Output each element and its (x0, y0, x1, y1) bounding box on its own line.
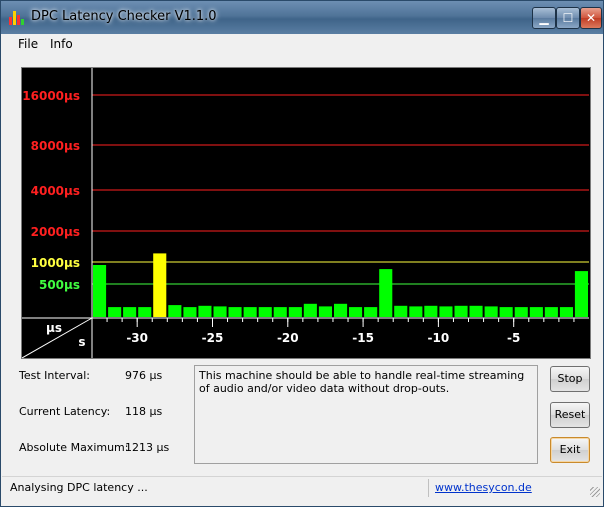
bar (499, 307, 513, 317)
current-latency-value: 118 µs (125, 405, 163, 418)
test-interval-value: 976 µs (125, 369, 163, 382)
y-tick-label: 2000µs (31, 225, 80, 239)
bar (394, 305, 408, 317)
bar (439, 306, 453, 317)
bar (168, 305, 182, 317)
status-message-box: This machine should be able to handle re… (194, 365, 538, 464)
window-title: DPC Latency Checker V1.1.0 (31, 9, 217, 24)
absolute-maximum-label: Absolute Maximum: (19, 441, 129, 454)
app-window: DPC Latency Checker V1.1.0 ▁ ☐ ✕ File In… (0, 0, 604, 507)
close-icon: ✕ (585, 11, 597, 25)
bar (228, 307, 242, 317)
exit-button[interactable]: Exit (550, 437, 590, 463)
bar (574, 271, 588, 317)
maximize-icon: ☐ (562, 11, 574, 25)
status-bar: Analysing DPC latency ... www.thesycon.d… (2, 476, 602, 499)
bar (469, 305, 483, 317)
y-tick-label: 8000µs (31, 139, 80, 153)
y-tick-label: 4000µs (31, 184, 80, 198)
status-text: Analysing DPC latency ... (10, 481, 148, 494)
test-interval-label: Test Interval: (19, 369, 90, 382)
bar (93, 265, 107, 317)
bar (424, 305, 438, 317)
bar (258, 307, 272, 317)
bar (138, 307, 152, 317)
bar (514, 307, 528, 317)
bar (243, 307, 257, 317)
menu-info[interactable]: Info (50, 37, 73, 51)
bar (108, 307, 122, 317)
bar (334, 303, 348, 317)
x-tick-label: -20 (277, 331, 299, 345)
bar (484, 306, 498, 317)
resize-grip-icon[interactable] (590, 487, 600, 497)
corner-label-unit: µs (46, 321, 62, 335)
status-divider (428, 479, 429, 497)
bar (318, 306, 332, 317)
bar (529, 307, 543, 317)
menu-bar: File Info (2, 34, 602, 54)
bar (364, 307, 378, 317)
bar (544, 307, 558, 317)
app-logo-icon (9, 11, 25, 25)
absolute-maximum-value: 1213 µs (125, 441, 170, 454)
bar (303, 303, 317, 317)
bar (273, 307, 287, 317)
latency-chart-svg: 16000µs 8000µs 4000µs 2000µs 1000µs 500µs µs s -… (22, 68, 589, 358)
stop-button[interactable]: Stop (550, 366, 590, 392)
bar (153, 253, 167, 317)
status-message: This machine should be able to handle re… (199, 369, 525, 395)
x-tick-label: -30 (126, 331, 148, 345)
maximize-button[interactable]: ☐ (556, 7, 580, 29)
bar (454, 305, 468, 317)
reset-button[interactable]: Reset (550, 402, 590, 428)
bar (198, 305, 212, 317)
bar (559, 307, 573, 317)
bar (123, 307, 137, 317)
minimize-button[interactable]: ▁ (532, 7, 556, 29)
x-tick-label: -25 (202, 331, 224, 345)
bar (379, 269, 393, 317)
x-tick-label: -5 (507, 331, 520, 345)
corner-label-seconds: s (78, 335, 85, 349)
bar (183, 307, 197, 317)
title-bar[interactable]: DPC Latency Checker V1.1.0 ▁ ☐ ✕ (1, 1, 603, 34)
current-latency-label: Current Latency: (19, 405, 111, 418)
bar (349, 307, 363, 317)
bar (409, 306, 423, 317)
minimize-icon: ▁ (539, 11, 549, 25)
menu-file[interactable]: File (18, 37, 38, 51)
x-tick-label: -15 (352, 331, 374, 345)
latency-chart: 16000µs 8000µs 4000µs 2000µs 1000µs 500µs µs s -… (21, 67, 591, 359)
y-tick-label: 1000µs (31, 256, 80, 270)
website-link[interactable]: www.thesycon.de (435, 481, 532, 494)
bar (288, 307, 302, 317)
x-tick-label: -10 (428, 331, 450, 345)
close-button[interactable]: ✕ (580, 7, 602, 29)
bar (213, 306, 227, 317)
y-tick-label: 500µs (39, 278, 80, 292)
y-tick-label: 16000µs (22, 89, 80, 103)
